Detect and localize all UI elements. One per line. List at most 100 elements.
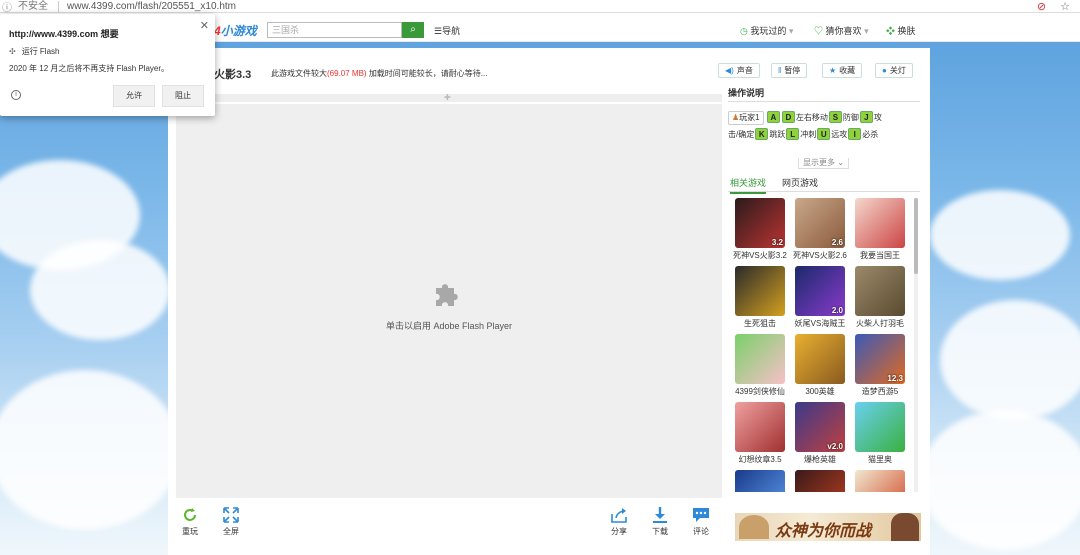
related-game-item[interactable]: 300英雄 <box>790 334 850 397</box>
share-button[interactable]: 分享 <box>603 506 635 537</box>
heart-icon: ♡ <box>814 26 824 36</box>
search-button[interactable]: ⌕ <box>402 22 424 38</box>
game-thumbnail[interactable] <box>855 198 905 248</box>
load-tip: 此游戏文件较大(69.07 MB) 加载时间可能较长，请耐心等待... <box>271 68 487 79</box>
insecure-label[interactable]: 不安全 <box>14 0 59 12</box>
tab-web-games[interactable]: 网页游戏 <box>782 176 818 189</box>
game-thumbnail[interactable] <box>855 266 905 316</box>
related-game-item[interactable]: 火柴人打羽毛 <box>850 266 910 329</box>
download-icon <box>653 507 667 523</box>
related-game-item[interactable] <box>790 470 850 492</box>
show-more-label: 显示更多 <box>803 158 835 167</box>
attack-label-suffix: 击/确定 <box>728 130 755 139</box>
allow-button[interactable]: 允许 <box>113 85 155 107</box>
plugin-blocked-icon[interactable]: ⊘ <box>1037 0 1046 13</box>
game-thumbnail[interactable] <box>795 334 845 384</box>
related-game-item[interactable] <box>730 470 790 492</box>
info-icon[interactable]: ⓘ <box>0 0 14 14</box>
chevron-down-icon: ▾ <box>788 26 794 36</box>
recommend-label: 猜你喜欢 <box>825 26 862 36</box>
game-name[interactable]: 死神VS火影2.6 <box>790 250 850 261</box>
related-game-item[interactable]: 我要当国王 <box>850 198 910 261</box>
download-button[interactable]: 下载 <box>644 506 676 537</box>
replay-button[interactable]: 重玩 <box>174 506 206 537</box>
related-game-item[interactable]: 2.6 死神VS火影2.6 <box>790 198 850 261</box>
search-icon: ⌕ <box>410 24 416 35</box>
game-thumbnail[interactable]: v2.0 <box>795 402 845 452</box>
sound-button[interactable]: ◀) 声音 <box>718 63 760 78</box>
related-game-item[interactable]: 2.0 妖尾VS海贼王 <box>790 266 850 329</box>
game-name[interactable]: 死神VS火影3.2 <box>730 250 790 261</box>
game-name[interactable]: 4399剑侠修仙 <box>730 386 790 397</box>
lights-off-button[interactable]: ● 关灯 <box>875 63 913 78</box>
game-thumbnail[interactable] <box>735 402 785 452</box>
game-thumbnail[interactable] <box>735 266 785 316</box>
fullscreen-icon <box>223 507 239 523</box>
scrollbar-thumb[interactable] <box>914 198 918 274</box>
related-game-item[interactable] <box>850 470 910 492</box>
address-bar[interactable]: ⓘ 不安全 www.4399.com/flash/205551_x10.htm … <box>0 0 1080 14</box>
game-thumbnail[interactable]: 2.0 <box>795 266 845 316</box>
bookmark-star-icon[interactable]: ☆ <box>1060 0 1070 13</box>
search-input[interactable]: 三国杀 <box>267 22 402 38</box>
game-thumbnail[interactable] <box>855 470 905 492</box>
sidebar: 操作说明 ♟玩家1 A D 左右移动 S 防御 J 攻 击/确定 K 跳跃 L 冲刺 U 远攻 I 必杀 显… <box>728 86 920 492</box>
skin-icon: ❖ <box>886 26 896 36</box>
nav-menu-button[interactable]: ☰导航 <box>434 24 460 37</box>
game-name[interactable]: 我要当国王 <box>850 250 910 261</box>
close-icon[interactable]: ✕ <box>200 19 209 32</box>
game-thumbnail[interactable]: 12.3 <box>855 334 905 384</box>
flash-permission-popup: http://www.4399.com 想要 ✕ ✣ 运行 Flash 2020 … <box>0 14 215 116</box>
flash-enable-prompt[interactable]: 单击以启用 Adobe Flash Player <box>176 319 722 332</box>
game-name[interactable]: 300英雄 <box>790 386 850 397</box>
cloud <box>30 240 170 340</box>
comment-button[interactable]: 评论 <box>685 506 717 537</box>
pause-button[interactable]: ‖ 暂停 <box>771 63 808 78</box>
game-name[interactable]: 造梦西游5 <box>850 386 910 397</box>
key-i: I <box>848 128 862 140</box>
version-badge: v2.0 <box>827 442 843 451</box>
game-thumbnail[interactable]: 3.2 <box>735 198 785 248</box>
site-logo[interactable]: 4小游戏 <box>214 22 257 39</box>
popup-title: http://www.4399.com 想要 <box>9 29 119 39</box>
related-game-item[interactable]: v2.0 爆枪英雄 <box>790 402 850 465</box>
info-icon[interactable]: i <box>11 90 21 100</box>
skin-label: 换肤 <box>897 26 916 36</box>
game-thumbnail[interactable] <box>735 334 785 384</box>
key-s: S <box>828 111 842 123</box>
game-name[interactable]: 火柴人打羽毛 <box>850 318 910 329</box>
games-tabs: 相关游戏 网页游戏 <box>728 176 920 194</box>
game-thumbnail[interactable]: 2.6 <box>795 198 845 248</box>
game-name[interactable]: 猫里奥 <box>850 454 910 465</box>
cloud <box>920 410 1080 550</box>
skin-button[interactable]: ❖ 换肤 <box>886 24 916 37</box>
related-game-item[interactable]: 生死狙击 <box>730 266 790 329</box>
logo-mark: 4 <box>214 24 221 38</box>
game-thumbnail[interactable] <box>795 470 845 492</box>
player-badge: ♟玩家1 <box>728 111 764 125</box>
flash-player-area[interactable]: 单击以启用 Adobe Flash Player <box>176 104 722 498</box>
related-game-item[interactable]: 幻想纹章3.5 <box>730 402 790 465</box>
url-text[interactable]: www.4399.com/flash/205551_x10.htm <box>67 1 236 12</box>
game-name[interactable]: 妖尾VS海贼王 <box>790 318 850 329</box>
game-name[interactable]: 幻想纹章3.5 <box>730 454 790 465</box>
load-tip-prefix: 此游戏文件较大 <box>271 69 327 78</box>
tab-related-games[interactable]: 相关游戏 <box>730 176 767 194</box>
file-size: (69.07 MB) <box>327 69 367 78</box>
game-name[interactable]: 生死狙击 <box>730 318 790 329</box>
show-more-button[interactable]: 显示更多 ⌄ <box>798 158 849 169</box>
game-thumbnail[interactable] <box>735 470 785 492</box>
games-scrollbar[interactable] <box>914 198 918 492</box>
game-thumbnail[interactable] <box>855 402 905 452</box>
favorite-button[interactable]: ★ 收藏 <box>822 63 863 78</box>
related-game-item[interactable]: 猫里奥 <box>850 402 910 465</box>
related-game-item[interactable]: 12.3 造梦西游5 <box>850 334 910 397</box>
played-games-dropdown[interactable]: ◷ 我玩过的 ▾ <box>740 24 793 37</box>
related-game-item[interactable]: 4399剑侠修仙 <box>730 334 790 397</box>
game-name[interactable]: 爆枪英雄 <box>790 454 850 465</box>
ad-banner[interactable]: 众神为你而战 <box>735 513 921 541</box>
recommend-dropdown[interactable]: ♡ 猜你喜欢 ▾ <box>814 24 869 37</box>
block-button[interactable]: 阻止 <box>162 85 204 107</box>
fullscreen-button[interactable]: 全屏 <box>215 506 247 537</box>
related-game-item[interactable]: 3.2 死神VS火影3.2 <box>730 198 790 261</box>
